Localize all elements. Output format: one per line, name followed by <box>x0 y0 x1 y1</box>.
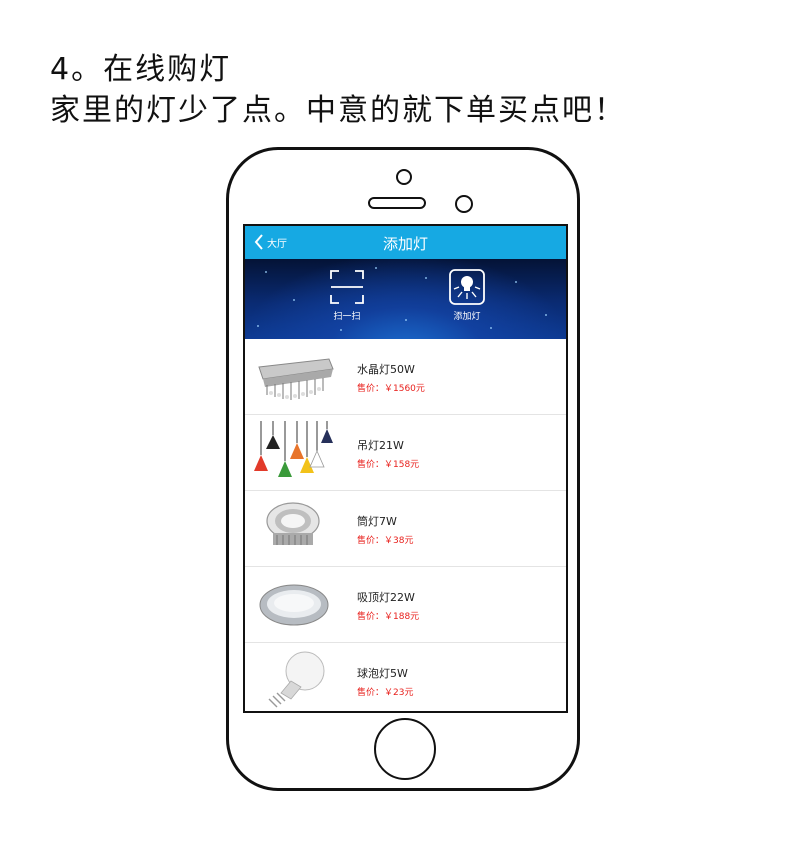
add-lamp-label: 添加灯 <box>453 312 481 322</box>
scan-label: 扫一扫 <box>333 312 361 322</box>
add-lamp-button[interactable]: 添加灯 <box>437 269 497 322</box>
front-camera <box>396 169 412 185</box>
product-name: 筒灯7W <box>357 515 397 528</box>
downlight-icon <box>266 502 320 545</box>
product-list: 水晶灯50W 售价：￥1560元 吊灯21W 售价：￥158元 筒灯7W 售价：… <box>245 339 566 711</box>
product-item[interactable]: 水晶灯50W 售价：￥1560元 <box>245 339 566 415</box>
heading-subtitle: 家里的灯少了点。中意的就下单买点吧！ <box>50 93 626 128</box>
product-item[interactable]: 吸顶灯22W 售价：￥188元 <box>245 567 566 643</box>
pendant-lamps-icon <box>254 421 333 477</box>
product-name: 水晶灯50W <box>357 363 415 376</box>
product-price: 售价：￥158元 <box>357 460 420 470</box>
header-banner: 扫一扫 添加灯 <box>245 259 566 339</box>
app-title-bar: 大厅 添加灯 <box>245 226 566 259</box>
product-name: 球泡灯5W <box>357 667 408 680</box>
page-title: 添加灯 <box>382 235 428 253</box>
scan-button[interactable]: 扫一扫 <box>317 269 377 322</box>
crystal-chandelier-icon <box>258 358 334 400</box>
proximity-sensor <box>455 195 473 213</box>
product-price: 售价：￥1560元 <box>357 384 425 394</box>
product-price: 售价：￥23元 <box>357 688 414 698</box>
product-item[interactable]: 筒灯7W 售价：￥38元 <box>245 491 566 567</box>
ceiling-lamp-icon <box>259 584 329 626</box>
product-item[interactable]: 球泡灯5W 售价：￥23元 <box>245 643 566 711</box>
home-button[interactable] <box>374 718 436 780</box>
phone-screen: 大厅 添加灯 扫一扫 添加灯 水晶灯50W 售价：￥1560元 吊灯21W 售价… <box>243 224 568 713</box>
product-price: 售价：￥38元 <box>357 536 414 546</box>
heading-title: 4。在线购灯 <box>50 52 232 87</box>
led-bulb-icon <box>268 651 325 708</box>
product-name: 吸顶灯22W <box>357 591 415 604</box>
lightbulb-icon <box>449 269 485 305</box>
product-price: 售价：￥188元 <box>357 612 420 622</box>
earpiece-speaker <box>368 197 426 209</box>
product-name: 吊灯21W <box>357 439 404 452</box>
product-item[interactable]: 吊灯21W 售价：￥158元 <box>245 415 566 491</box>
scan-icon <box>330 270 364 304</box>
